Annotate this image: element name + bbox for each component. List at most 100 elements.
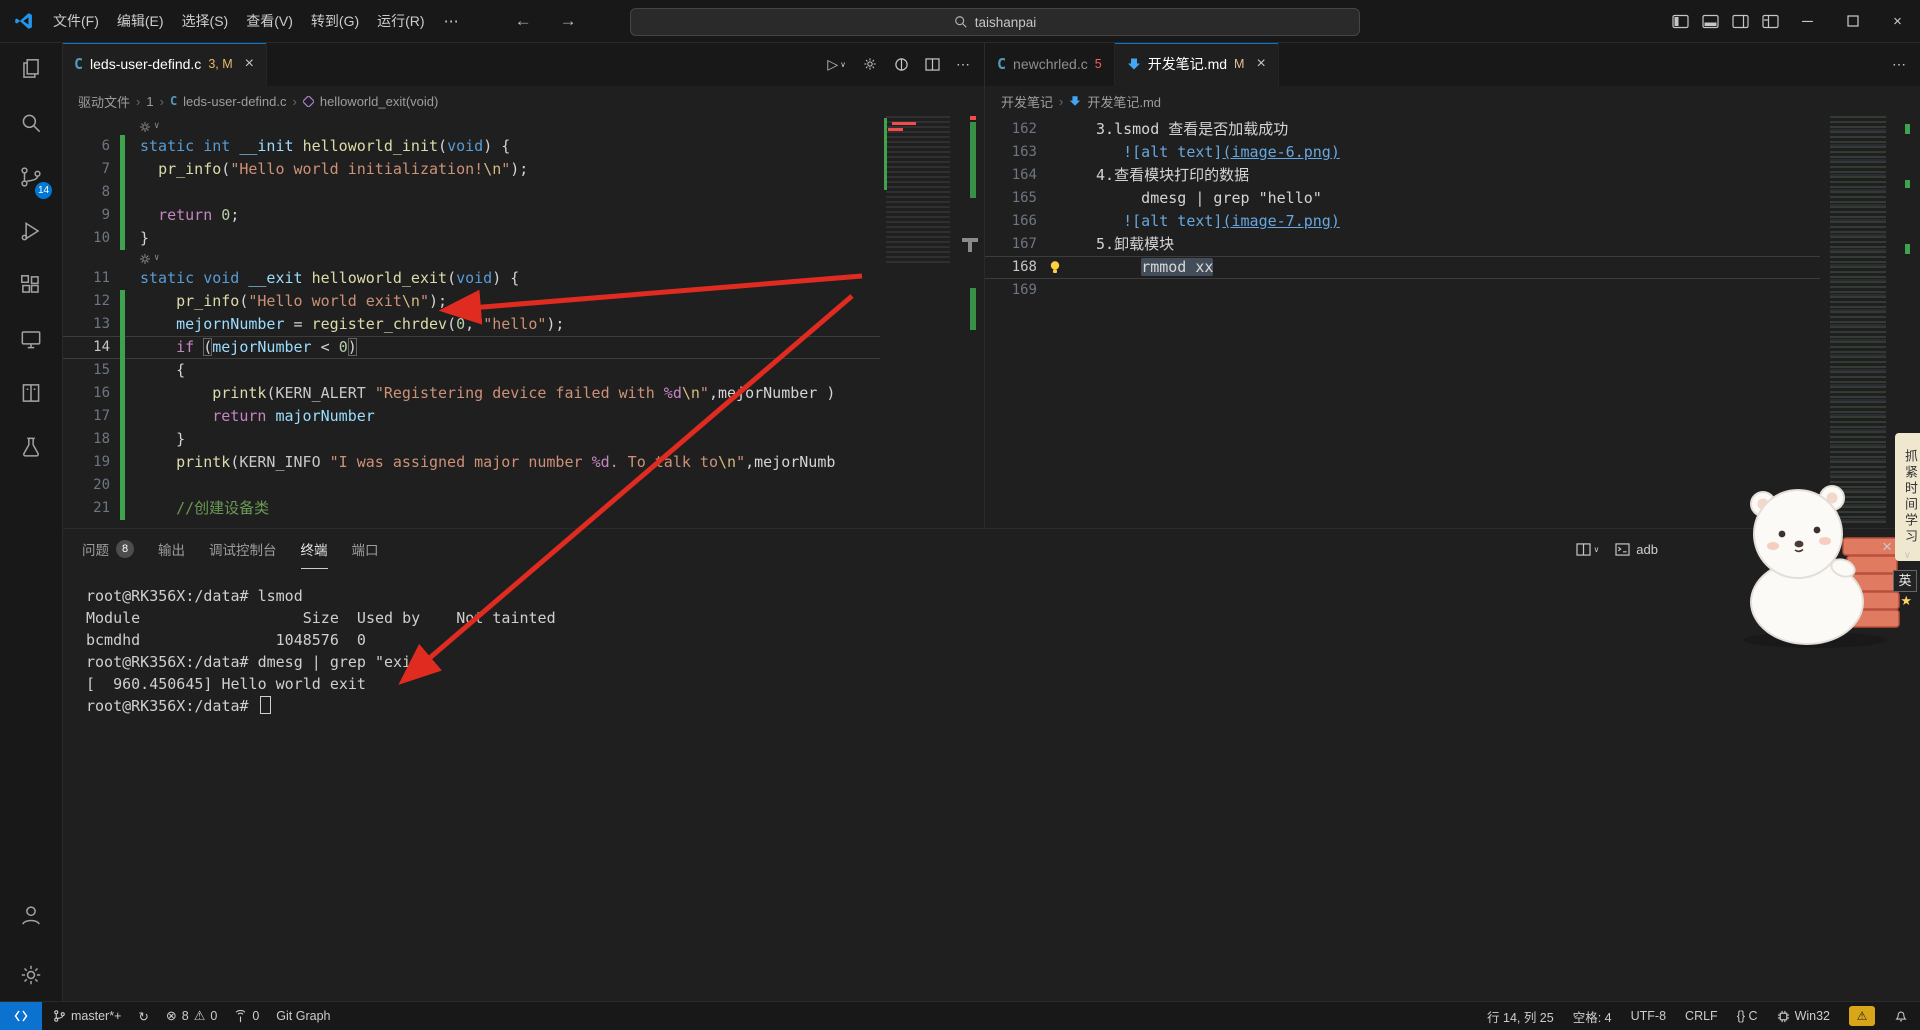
more-actions-icon[interactable]: ⋯ xyxy=(1892,56,1906,73)
md-line-167[interactable]: 167 5.卸载模块 xyxy=(985,233,1820,256)
toggle-sidebar-icon[interactable] xyxy=(1665,14,1695,29)
code-line-20[interactable]: 20 xyxy=(62,474,880,497)
customize-layout-icon[interactable] xyxy=(1755,14,1785,29)
more-actions-icon[interactable]: ⋯ xyxy=(956,56,970,73)
md-line-163[interactable]: 163 ![alt text](image-6.png) xyxy=(985,141,1820,164)
close-window-button[interactable]: × xyxy=(1875,0,1920,42)
code-line-14[interactable]: 14 if (mejorNumber < 0) xyxy=(62,336,880,359)
menu-overflow-button[interactable]: ⋯ xyxy=(434,12,469,30)
menu-item-5[interactable]: 运行(R) xyxy=(368,11,433,31)
eol-status[interactable]: CRLF xyxy=(1685,1009,1718,1023)
terminal-tab-adb[interactable]: adb xyxy=(1615,542,1658,557)
panel-tab-3[interactable]: 终端 xyxy=(301,529,328,569)
menu-item-4[interactable]: 转到(G) xyxy=(302,11,368,31)
indentation-status[interactable]: 空格: 4 xyxy=(1573,1007,1612,1026)
breadcrumb-item[interactable]: 驱动文件 xyxy=(78,92,130,111)
ports-status[interactable]: 0 xyxy=(234,1009,259,1023)
breadcrumb-right[interactable]: 开发笔记 › 开发笔记.md xyxy=(985,86,1920,116)
breadcrumb-item[interactable]: 1 xyxy=(146,94,153,109)
settings-gear-icon[interactable] xyxy=(862,56,878,72)
sync-icon[interactable]: ↻ xyxy=(138,1009,148,1024)
accounts-icon[interactable] xyxy=(0,888,62,942)
settings-gear-icon[interactable] xyxy=(0,948,62,1002)
open-changes-icon[interactable] xyxy=(894,57,909,72)
close-icon[interactable]: × xyxy=(1256,55,1265,73)
ime-indicator[interactable]: 英 xyxy=(1893,570,1917,592)
nav-forward-button[interactable]: → xyxy=(560,11,577,31)
minimap[interactable] xyxy=(886,116,950,526)
minimap[interactable] xyxy=(1830,116,1886,526)
code-line-12[interactable]: 12 pr_info("Hello world exit\n"); xyxy=(62,290,880,313)
git-branch-status[interactable]: master*+ xyxy=(53,1009,121,1023)
run-file-button[interactable]: ▷∨ xyxy=(827,56,846,73)
code-line-11[interactable]: 11static void __exit helloworld_exit(voi… xyxy=(62,267,880,290)
explorer-icon[interactable] xyxy=(0,42,62,96)
testing-flask-icon[interactable] xyxy=(0,420,62,474)
source-control-icon[interactable]: 14 xyxy=(0,150,62,204)
extension-warning-badge[interactable]: ⚠ xyxy=(1849,1006,1875,1026)
split-terminal-icon[interactable]: ∨ xyxy=(1576,543,1599,556)
breadcrumb-item[interactable]: 开发笔记 xyxy=(1001,92,1053,111)
hide-panel-chevron-icon[interactable]: ∨ xyxy=(1904,550,1911,561)
close-panel-icon[interactable]: × xyxy=(1882,537,1892,557)
code-editor-right[interactable]: 162 3.lsmod 查看是否加载成功163 ![alt text](imag… xyxy=(985,116,1920,528)
panel-tab-1[interactable]: 输出 xyxy=(158,529,185,569)
code-line-10[interactable]: 10} xyxy=(62,227,880,250)
breadcrumb-item[interactable]: leds-user-defind.c xyxy=(183,94,286,109)
panel-tab-0[interactable]: 问题8 xyxy=(82,529,134,569)
code-editor-left[interactable]: ∨6static int __init helloworld_init(void… xyxy=(62,116,984,528)
docs-extension-icon[interactable] xyxy=(0,366,62,420)
breadcrumb-item[interactable]: helloworld_exit(void) xyxy=(320,94,439,109)
breadcrumb-left[interactable]: 驱动文件 › 1 › C leds-user-defind.c › hellow… xyxy=(62,86,984,116)
notifications-bell-icon[interactable] xyxy=(1894,1009,1908,1023)
md-line-162[interactable]: 162 3.lsmod 查看是否加载成功 xyxy=(985,118,1820,141)
lightbulb-icon[interactable] xyxy=(1037,256,1073,279)
minimize-button[interactable]: ─ xyxy=(1785,0,1830,42)
panel-tab-2[interactable]: 调试控制台 xyxy=(209,529,277,569)
code-line-13[interactable]: 13 mejornNumber = register_chrdev(0, "he… xyxy=(62,313,880,336)
problems-status[interactable]: ⊗8 ⚠0 xyxy=(166,1008,217,1024)
menu-item-3[interactable]: 查看(V) xyxy=(237,11,302,31)
git-graph-button[interactable]: Git Graph xyxy=(276,1009,330,1023)
toggle-panel-icon[interactable] xyxy=(1695,14,1725,29)
close-icon[interactable]: × xyxy=(245,55,254,73)
terminal-output[interactable]: root@RK356X:/data# lsmodModule Size Used… xyxy=(86,585,556,717)
remote-explorer-icon[interactable] xyxy=(0,312,62,366)
code-line-9[interactable]: 9 return 0; xyxy=(62,204,880,227)
code-line-7[interactable]: 7 pr_info("Hello world initialization!\n… xyxy=(62,158,880,181)
panel-tab-4[interactable]: 端口 xyxy=(352,529,379,569)
extensions-icon[interactable] xyxy=(0,258,62,312)
md-line-166[interactable]: 166 ![alt text](image-7.png) xyxy=(985,210,1820,233)
run-debug-icon[interactable] xyxy=(0,204,62,258)
tab-dev-notes[interactable]: 开发笔记.md M × xyxy=(1115,42,1279,86)
language-mode[interactable]: {} C xyxy=(1737,1009,1758,1023)
code-line-21[interactable]: 21 //创建设备类 xyxy=(62,497,880,520)
code-line-15[interactable]: 15 { xyxy=(62,359,880,382)
platform-status[interactable]: Win32 xyxy=(1777,1009,1830,1023)
code-line-16[interactable]: 16 printk(KERN_ALERT "Registering device… xyxy=(62,382,880,405)
maximize-button[interactable] xyxy=(1830,0,1875,42)
code-line-18[interactable]: 18 } xyxy=(62,428,880,451)
tab-newchrled[interactable]: C newchrled.c 5 xyxy=(985,42,1115,86)
menu-item-1[interactable]: 编辑(E) xyxy=(108,11,173,31)
code-line-19[interactable]: 19 printk(KERN_INFO "I was assigned majo… xyxy=(62,451,880,474)
md-line-169[interactable]: 169 xyxy=(985,279,1820,302)
breadcrumb-item[interactable]: 开发笔记.md xyxy=(1087,92,1161,111)
encoding-status[interactable]: UTF-8 xyxy=(1631,1009,1666,1023)
remote-indicator[interactable] xyxy=(0,1002,42,1030)
code-line-17[interactable]: 17 return majorNumber xyxy=(62,405,880,428)
md-line-164[interactable]: 164 4.查看模块打印的数据 xyxy=(985,164,1820,187)
split-editor-icon[interactable] xyxy=(925,58,940,71)
toggle-secondary-sidebar-icon[interactable] xyxy=(1725,14,1755,29)
nav-back-button[interactable]: ← xyxy=(515,11,532,31)
md-line-168[interactable]: 168 rmmod xx xyxy=(985,256,1820,279)
cursor-position[interactable]: 行 14, 列 25 xyxy=(1487,1007,1554,1026)
menu-item-0[interactable]: 文件(F) xyxy=(44,11,108,31)
md-line-165[interactable]: 165 dmesg | grep "hello" xyxy=(985,187,1820,210)
search-sidebar-icon[interactable] xyxy=(0,96,62,150)
command-center-search[interactable]: taishanpai xyxy=(630,8,1360,36)
tab-leds-user-defind[interactable]: C leds-user-defind.c 3, M × xyxy=(62,42,267,86)
code-line-8[interactable]: 8 xyxy=(62,181,880,204)
menu-item-2[interactable]: 选择(S) xyxy=(173,11,238,31)
code-line-6[interactable]: 6static int __init helloworld_init(void)… xyxy=(62,135,880,158)
